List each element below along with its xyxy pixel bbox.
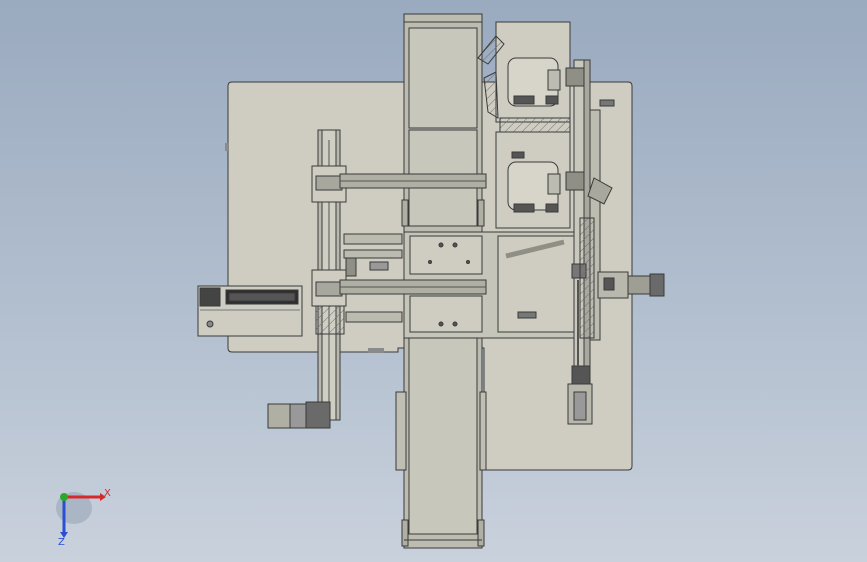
cassette-fixture-middle <box>495 131 571 229</box>
triad-x-label: X <box>104 488 111 499</box>
coordinate-triad-icon: X Z <box>56 488 111 548</box>
cad-viewport[interactable]: X Z <box>0 0 867 562</box>
triad-z-label: Z <box>58 537 65 548</box>
right-servo-motor <box>597 271 665 299</box>
left-servo-motor <box>267 401 331 429</box>
cassette-fixture-top <box>495 21 571 133</box>
cad-model-drawing[interactable]: X Z <box>0 0 867 562</box>
control-panel <box>197 285 303 337</box>
